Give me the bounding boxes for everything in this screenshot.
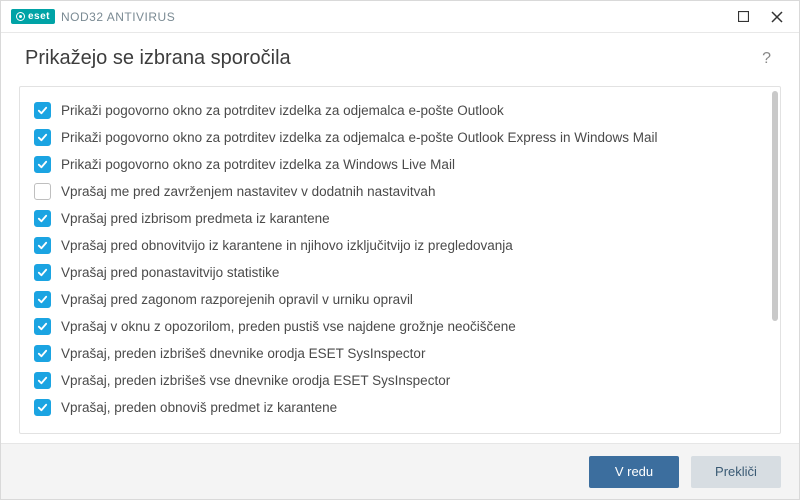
help-icon[interactable]: ? (758, 50, 775, 68)
brand-logo: eset (11, 9, 55, 24)
list-item: Prikaži pogovorno okno za potrditev izde… (32, 124, 760, 151)
list-item: Vprašaj pred obnovitvijo iz karantene in… (32, 232, 760, 259)
list-item-label: Prikaži pogovorno okno za potrditev izde… (61, 130, 658, 145)
ok-button[interactable]: V redu (589, 456, 679, 488)
checkbox[interactable] (34, 318, 51, 335)
list-item-label: Prikaži pogovorno okno za potrditev izde… (61, 103, 504, 118)
options-list: Prikaži pogovorno okno za potrditev izde… (19, 86, 781, 434)
list-item: Prikaži pogovorno okno za potrditev izde… (32, 151, 760, 178)
list-item-label: Vprašaj pred obnovitvijo iz karantene in… (61, 238, 513, 253)
brand-logo-icon (16, 12, 25, 21)
page-title: Prikažejo se izbrana sporočila (25, 47, 291, 70)
titlebar: eset NOD32 ANTIVIRUS (1, 1, 799, 33)
list-item: Vprašaj, preden obnoviš predmet iz karan… (32, 394, 760, 421)
list-item-label: Vprašaj pred ponastavitvijo statistike (61, 265, 279, 280)
list-item-label: Vprašaj, preden obnoviš predmet iz karan… (61, 400, 337, 415)
checkbox[interactable] (34, 291, 51, 308)
checkbox[interactable] (34, 102, 51, 119)
list-item: Prikaži pogovorno okno za potrditev izde… (32, 97, 760, 124)
list-item-label: Vprašaj pred zagonom razporejenih opravi… (61, 292, 413, 307)
maximize-icon[interactable] (735, 9, 751, 25)
list-item-label: Vprašaj, preden izbrišeš vse dnevnike or… (61, 373, 450, 388)
list-item: Vprašaj me pred zavrženjem nastavitev v … (32, 178, 760, 205)
checkbox[interactable] (34, 129, 51, 146)
checkbox[interactable] (34, 399, 51, 416)
scrollbar-thumb[interactable] (772, 91, 778, 321)
brand: eset NOD32 ANTIVIRUS (11, 9, 175, 24)
list-item-label: Prikaži pogovorno okno za potrditev izde… (61, 157, 455, 172)
scrollbar[interactable] (772, 91, 778, 429)
dialog-header: Prikažejo se izbrana sporočila ? (1, 33, 799, 80)
checkbox[interactable] (34, 264, 51, 281)
close-icon[interactable] (769, 9, 785, 25)
brand-eset-text: eset (28, 11, 50, 22)
list-item: Vprašaj v oknu z opozorilom, preden pust… (32, 313, 760, 340)
list-item: Vprašaj, preden izbrišeš dnevnike orodja… (32, 340, 760, 367)
list-item: Vprašaj pred izbrisom predmeta iz karant… (32, 205, 760, 232)
checkbox[interactable] (34, 345, 51, 362)
list-item-label: Vprašaj, preden izbrišeš dnevnike orodja… (61, 346, 425, 361)
list-item: Vprašaj pred zagonom razporejenih opravi… (32, 286, 760, 313)
dialog-footer: V redu Prekliči (1, 443, 799, 499)
brand-product-text: NOD32 ANTIVIRUS (61, 10, 175, 24)
list-item: Vprašaj pred ponastavitvijo statistike (32, 259, 760, 286)
checkbox[interactable] (34, 156, 51, 173)
list-item-label: Vprašaj me pred zavrženjem nastavitev v … (61, 184, 435, 199)
checkbox[interactable] (34, 210, 51, 227)
checkbox[interactable] (34, 237, 51, 254)
cancel-button[interactable]: Prekliči (691, 456, 781, 488)
options-list-viewport: Prikaži pogovorno okno za potrditev izde… (20, 87, 770, 433)
checkbox[interactable] (34, 372, 51, 389)
checkbox[interactable] (34, 183, 51, 200)
list-item-label: Vprašaj v oknu z opozorilom, preden pust… (61, 319, 516, 334)
list-item-label: Vprašaj pred izbrisom predmeta iz karant… (61, 211, 330, 226)
window-controls (735, 9, 791, 25)
list-item: Vprašaj, preden izbrišeš vse dnevnike or… (32, 367, 760, 394)
